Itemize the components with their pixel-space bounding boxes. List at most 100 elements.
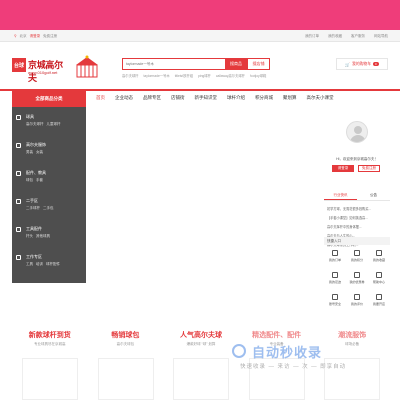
top-link-sitemap[interactable]: 网站导航 — [374, 34, 388, 39]
search-stores-button[interactable]: 搜店铺 — [247, 59, 269, 69]
hot-keyword[interactable]: ping球杆 — [198, 73, 211, 78]
nav-item-stores[interactable]: 店铺街 — [171, 95, 185, 101]
category-title[interactable]: 工作专区 — [26, 253, 86, 260]
quick-entry-item[interactable]: 我的收藏 — [368, 247, 390, 265]
quick-entry-item[interactable]: 我的优惠券 — [346, 269, 368, 287]
hot-keyword[interactable]: taylormade一号木 — [143, 73, 169, 78]
site-logo[interactable]: 台球 京城高尔夫 www.010golf.net — [12, 58, 68, 83]
avatar — [346, 121, 368, 143]
hot-keyword[interactable]: titleist铁杆组 — [175, 73, 193, 78]
quick-entry-item[interactable]: 我的积分 — [346, 247, 368, 265]
category-icon — [16, 143, 21, 148]
quick-entry-item[interactable]: 我要开店 — [368, 291, 390, 309]
search-box: 搜商品 搜店铺 — [122, 58, 270, 70]
favorites-icon — [376, 250, 382, 256]
category-sub[interactable]: 儿童球杆 — [47, 122, 61, 127]
promo-card[interactable]: 畅销球包 高尔夫球包 — [88, 330, 164, 400]
login-link[interactable]: 请登录 — [30, 34, 41, 39]
news-item[interactable]: 【手套小课堂】如何挑选高... — [327, 214, 387, 223]
hot-keyword[interactable]: callaway高尔夫球杆 — [216, 73, 245, 78]
quick-entry-item[interactable]: 我的评价 — [346, 291, 368, 309]
search-products-button[interactable]: 搜商品 — [225, 59, 247, 69]
top-link-orders[interactable]: 我的订单 — [305, 34, 319, 39]
all-categories-header[interactable]: 全部商品分类 — [12, 91, 86, 107]
news-tabs: 行业快讯 公告 — [324, 193, 390, 201]
cart-button[interactable]: 🛒 我的购物车 0 — [336, 58, 388, 70]
category-item[interactable]: 工作专区 工具 培训 球杆配件 — [12, 253, 86, 281]
category-item[interactable]: 球具 高尔夫球杆 儿童球杆 — [12, 113, 86, 141]
category-item[interactable]: 高尔夫服饰 男装 女装 — [12, 141, 86, 169]
category-title[interactable]: 工具配件 — [26, 225, 86, 232]
category-sub[interactable]: 培训 — [36, 262, 43, 267]
tent-icon — [76, 55, 98, 78]
top-link-service[interactable]: 客户服务 — [351, 34, 365, 39]
panel-login-button[interactable]: 请登录 — [332, 165, 354, 172]
category-item[interactable]: 二手区 二手球杆 二手包 — [12, 197, 86, 225]
top-bar: ⚲ 北京 请登录 免费注册 我的订单 我的收藏 客户服务 网站导航 — [0, 30, 400, 42]
quick-entry-item[interactable]: 账号安全 — [324, 291, 346, 309]
top-ad-banner[interactable] — [0, 0, 400, 30]
nav-item-group-buy[interactable]: 聚划算 — [283, 95, 297, 101]
top-link-favorites[interactable]: 我的收藏 — [328, 34, 342, 39]
user-side-panel: Hi，欢迎来到京城高尔夫！ 请登录 免费注册 行业快讯 公告 初学打球，无需花很… — [324, 107, 390, 306]
category-sub[interactable]: 工具 — [26, 262, 33, 267]
promo-subtitle: 专业球具尽在京城高 — [34, 342, 66, 346]
panel-register-button[interactable]: 免费注册 — [358, 165, 380, 172]
promo-image[interactable] — [173, 358, 230, 400]
category-title[interactable]: 配件、教具 — [26, 169, 86, 176]
register-link[interactable]: 免费注册 — [43, 34, 57, 39]
watermark-logo-icon — [232, 344, 246, 358]
category-icon — [16, 115, 21, 120]
footprint-icon — [332, 272, 338, 278]
hot-keyword[interactable]: footjoy球鞋 — [250, 73, 266, 78]
category-sub[interactable]: 手套 — [36, 178, 43, 183]
orders-icon — [332, 250, 338, 256]
category-sub[interactable]: 球杆配件 — [46, 262, 60, 267]
nav-item-news[interactable]: 企业动态 — [115, 95, 133, 101]
nav-item-beginner[interactable]: 新手知识堂 — [195, 95, 218, 101]
promo-card[interactable]: 新款球杆到货 专业球具尽在京城高 — [12, 330, 88, 400]
category-sub[interactable]: 高尔夫球杆 — [26, 122, 44, 127]
location-text[interactable]: 北京 — [20, 34, 27, 39]
category-sub[interactable]: 男装 — [26, 150, 33, 155]
quick-entry-label: 我的优惠券 — [349, 280, 365, 284]
category-sub[interactable]: 球包 — [26, 178, 33, 183]
nav-item-clubs[interactable]: 球杆介绍 — [227, 95, 245, 101]
search-input[interactable] — [123, 59, 225, 69]
tab-announcements[interactable]: 公告 — [357, 193, 390, 200]
quick-entry-item[interactable]: 我的足迹 — [324, 269, 346, 287]
promo-title: 潮流服饰 — [338, 332, 367, 339]
category-sub[interactable]: 杆头 — [26, 234, 33, 239]
quick-entry-label: 账号安全 — [328, 302, 341, 306]
quick-entry-item[interactable]: 帮助中心 — [368, 269, 390, 287]
nav-item-golf-class[interactable]: 高尔夫小课堂 — [307, 95, 334, 101]
avatar-body-icon — [350, 135, 366, 142]
promo-card[interactable]: 人气高尔夫球 爆款好球 “球” 划算 — [163, 330, 239, 400]
watermark-overlay: 自动秒收录 快速收录 — 来访 — 次 — 即享自动 — [232, 342, 390, 382]
nav-item-points-mall[interactable]: 积分商城 — [255, 95, 273, 101]
account-buttons: 请登录 免费注册 — [332, 165, 380, 172]
tab-industry-news[interactable]: 行业快讯 — [324, 193, 357, 200]
coupon-icon — [354, 272, 360, 278]
category-sub[interactable]: 女装 — [36, 150, 43, 155]
category-sub[interactable]: 二手包 — [43, 206, 54, 211]
nav-item-home[interactable]: 首页 — [96, 95, 105, 101]
category-sub[interactable]: 其他球具 — [36, 234, 50, 239]
category-title[interactable]: 二手区 — [26, 197, 86, 204]
help-icon — [376, 272, 382, 278]
category-title[interactable]: 高尔夫服饰 — [26, 141, 86, 148]
category-sub[interactable]: 二手球杆 — [26, 206, 40, 211]
news-item[interactable]: 初学打球，无需花很多钱购买... — [327, 205, 387, 214]
promo-image[interactable] — [97, 358, 154, 400]
nav-item-brands[interactable]: 品牌专区 — [143, 95, 161, 101]
hot-keyword[interactable]: 高尔夫球杆 — [122, 73, 138, 78]
promo-title: 新款球杆到货 — [28, 332, 71, 339]
promo-subtitle: 爆款好球 “球” 划算 — [186, 342, 216, 346]
quick-entry-label: 我的足迹 — [328, 280, 341, 284]
category-item[interactable]: 工具配件 杆头 其他球具 — [12, 225, 86, 253]
quick-entry-item[interactable]: 我的订单 — [324, 247, 346, 265]
category-title[interactable]: 球具 — [26, 113, 86, 120]
promo-image[interactable] — [22, 358, 78, 400]
category-item[interactable]: 配件、教具 球包 手套 — [12, 169, 86, 197]
news-item[interactable]: 高尔夫挥杆中的身体摆... — [327, 223, 387, 232]
